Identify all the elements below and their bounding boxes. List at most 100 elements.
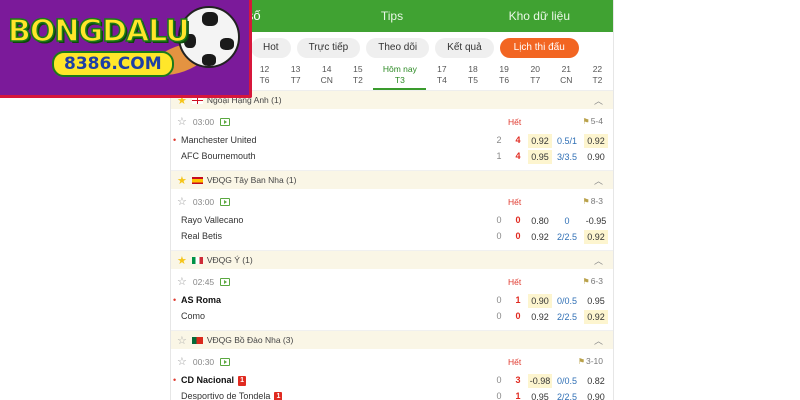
star-icon[interactable]: ☆ — [177, 334, 187, 347]
match-meta: ☆ 03:00 — [177, 195, 231, 208]
match-row[interactable]: ☆ 03:00 Hết ⚑5-4 • Manchester United 2 4 0.92 0.5… — [171, 109, 613, 171]
live-video-icon[interactable] — [220, 117, 231, 126]
match-row[interactable]: ☆ 02:45 Hết ⚑6-3 • AS Roma 0 1 0.90 0/0.5 0.95 Como… — [171, 269, 613, 331]
home-team-row: • AS Roma 0 1 0.90 0/0.5 0.95 — [171, 294, 613, 309]
filter-hot[interactable]: Hot — [251, 38, 291, 58]
filter-results[interactable]: Kết quả — [435, 38, 494, 58]
team-name[interactable]: AFC Bournemouth — [181, 151, 256, 161]
tab-tips[interactable]: Tips — [318, 0, 465, 32]
chevron-up-icon[interactable]: ︿ — [594, 94, 603, 107]
date-strip: 12 T6 13 T7 14 CN 15 T2 Hôm nay T3 17 T4 18 T5 19 T6 20 T… — [249, 61, 613, 91]
league-header[interactable]: ☆ VĐQG Bồ Đào Nha (3) ︿ — [171, 331, 613, 349]
tab-database[interactable]: Kho dữ liệu — [466, 0, 613, 32]
odds-value: 0.92 — [531, 232, 549, 242]
chevron-up-icon[interactable]: ︿ — [594, 174, 603, 187]
away-team-row: Como 0 0 0.92 2/2.5 0.92 — [171, 310, 613, 325]
halftime-score: 1 — [496, 151, 502, 161]
handicap-line: 2/2.5 — [556, 232, 578, 242]
date-weekday: T6 — [499, 75, 510, 85]
date-weekday: T7 — [290, 75, 301, 85]
live-video-icon[interactable] — [220, 357, 231, 366]
chevron-up-icon[interactable]: ︿ — [594, 334, 603, 347]
team-name[interactable]: AS Roma — [181, 295, 221, 305]
date-day: 14 — [322, 64, 332, 74]
halftime-score: 0 — [496, 295, 502, 305]
italy-flag-icon — [191, 256, 203, 264]
date-weekday: T2 — [592, 75, 603, 85]
date-item[interactable]: 21 CN — [551, 61, 582, 90]
league-name: VĐQG Bồ Đào Nha (3) — [206, 335, 294, 345]
match-row[interactable]: ☆ 00:30 Hết ⚑3-10 • CD Nacional 1 0 3 -0.98 0/0.5 0… — [171, 349, 613, 400]
date-item[interactable]: 18 T5 — [457, 61, 488, 90]
corner-count: ⚑5-4 — [582, 116, 603, 126]
odds-value: -0.98 — [528, 374, 552, 388]
date-item[interactable]: 12 T6 — [249, 61, 280, 90]
match-meta: ☆ 03:00 — [177, 115, 231, 128]
match-list: ★ Ngoại Hạng Anh (1) ︿ ☆ 03:00 Hết ⚑5-4 • Manche… — [171, 91, 613, 400]
team-name[interactable]: Real Betis — [181, 231, 222, 241]
odds-value: 0.90 — [528, 294, 552, 308]
favorite-star-icon[interactable]: ☆ — [177, 195, 187, 208]
handicap-line: 0/0.5 — [556, 376, 578, 386]
indicator-dot: • — [173, 295, 177, 305]
logo-domain-text: 8386.COM — [52, 51, 174, 77]
home-team-row: • Manchester United 2 4 0.92 0.5/1 0.92 — [171, 134, 613, 149]
handicap-line: 0 — [564, 216, 570, 226]
match-meta: ☆ 02:45 — [177, 275, 231, 288]
kickoff-time: 03:00 — [192, 116, 215, 127]
halftime-score: 0 — [496, 375, 502, 385]
star-icon[interactable]: ★ — [177, 174, 187, 187]
date-item[interactable]: 19 T6 — [489, 61, 520, 90]
chevron-up-icon[interactable]: ︿ — [594, 254, 603, 267]
date-item[interactable]: 17 T4 — [426, 61, 457, 90]
date-item[interactable]: 14 CN — [311, 61, 342, 90]
halftime-score: 0 — [496, 311, 502, 321]
filter-live[interactable]: Trực tiếp — [296, 38, 361, 58]
home-team-row: • CD Nacional 1 0 3 -0.98 0/0.5 0.82 — [171, 374, 613, 389]
corner-count: ⚑6-3 — [582, 276, 603, 286]
corner-flag-icon: ⚑ — [582, 277, 590, 286]
live-video-icon[interactable] — [220, 197, 231, 206]
date-weekday: T5 — [468, 75, 478, 85]
red-card-badge: 1 — [238, 376, 247, 386]
site-logo: BONGDALU 8386.COM — [0, 0, 252, 98]
odds-value: 0.95 — [531, 392, 549, 400]
handicap-line: 0/0.5 — [556, 296, 578, 306]
filter-following[interactable]: Theo dõi — [366, 38, 430, 58]
corner-count: ⚑3-10 — [577, 356, 603, 366]
home-team-row: Rayo Vallecano 0 0 0.80 0 -0.95 — [171, 214, 613, 229]
odds-value: 0.92 — [531, 312, 549, 322]
live-video-icon[interactable] — [220, 277, 231, 286]
league-header[interactable]: ★ VĐQG Ý (1) ︿ — [171, 251, 613, 269]
team-name[interactable]: Manchester United — [181, 135, 257, 145]
match-status: Hết — [508, 117, 522, 127]
filter-schedule[interactable]: Lịch thi đấu — [499, 38, 579, 58]
match-status: Hết — [508, 357, 522, 367]
date-day: 21 — [561, 64, 572, 74]
favorite-star-icon[interactable]: ☆ — [177, 355, 187, 368]
halftime-score: 0 — [496, 215, 502, 225]
team-name[interactable]: Desportivo de Tondela 1 — [181, 391, 283, 400]
date-today[interactable]: Hôm nay T3 — [373, 61, 427, 90]
odds-value: 0.92 — [584, 230, 608, 244]
team-name[interactable]: Rayo Vallecano — [181, 215, 243, 225]
league-header[interactable]: ★ VĐQG Tây Ban Nha (1) ︿ — [171, 171, 613, 189]
away-team-row: AFC Bournemouth 1 4 0.95 3/3.5 0.90 — [171, 150, 613, 165]
date-item[interactable]: 22 T2 — [582, 61, 613, 90]
date-item[interactable]: 15 T2 — [342, 61, 373, 90]
date-item[interactable]: 20 T7 — [520, 61, 551, 90]
odds-value: 0.95 — [528, 150, 552, 164]
fulltime-score: 1 — [515, 295, 521, 305]
odds-value: -0.95 — [585, 216, 607, 226]
favorite-star-icon[interactable]: ☆ — [177, 275, 187, 288]
team-name[interactable]: Como — [181, 311, 205, 321]
date-item[interactable]: 13 T7 — [280, 61, 311, 90]
favorite-star-icon[interactable]: ☆ — [177, 115, 187, 128]
odds-value: 0.80 — [531, 216, 549, 226]
match-row[interactable]: ☆ 03:00 Hết ⚑8-3 Rayo Vallecano 0 0 0.80 0 -0.95 R… — [171, 189, 613, 251]
star-icon[interactable]: ★ — [177, 254, 187, 267]
kickoff-time: 00:30 — [192, 356, 215, 367]
halftime-score: 2 — [496, 135, 502, 145]
team-name[interactable]: CD Nacional 1 — [181, 375, 247, 386]
match-meta: ☆ 00:30 — [177, 355, 231, 368]
